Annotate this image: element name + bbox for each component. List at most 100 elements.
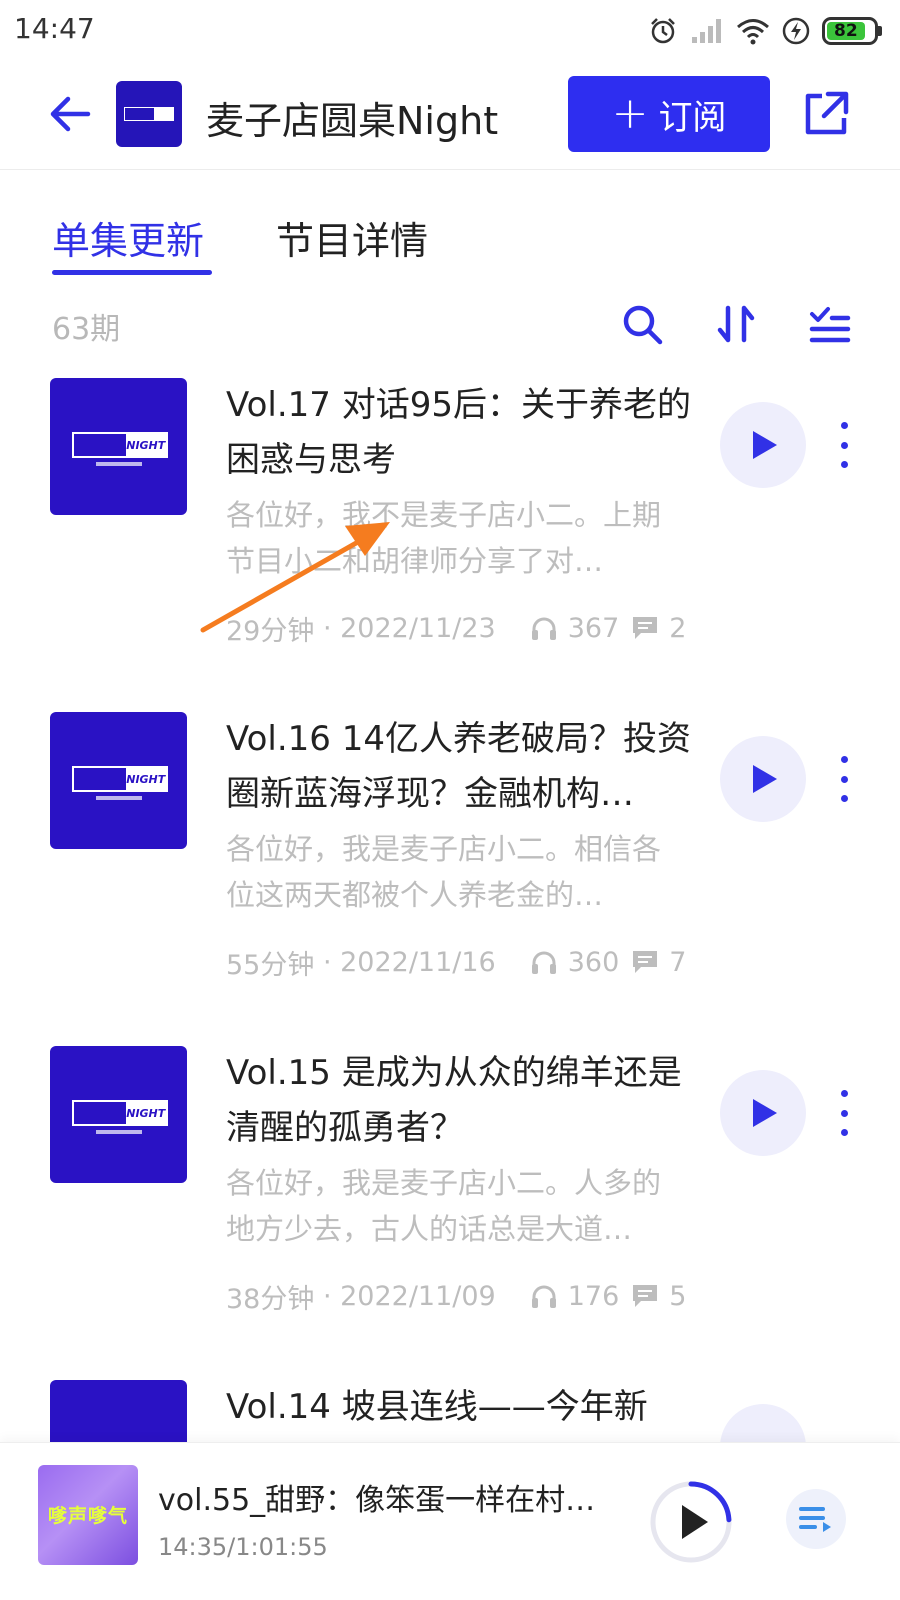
now-playing-cover-text: 嗲声嗲气 <box>47 1505 128 1527</box>
cover-tagline <box>96 462 142 466</box>
playlist-button[interactable] <box>786 1489 846 1549</box>
episode-item[interactable]: NIGHT Vol.17 对话95后：关于养老的困惑与思考 各位好，我不是麦子店… <box>0 378 900 718</box>
status-bar: 14:47 82 <box>0 0 900 64</box>
batch-select-icon[interactable] <box>806 300 854 348</box>
episode-comments: 5 <box>631 1281 686 1312</box>
cover-logo-text: NIGHT <box>125 434 166 456</box>
meta-separator: · <box>314 946 341 978</box>
episode-cover: NIGHT <box>50 1046 187 1183</box>
episode-date: 2022/11/09 <box>340 1280 496 1312</box>
battery-icon: 82 <box>822 17 882 45</box>
cover-logo: NIGHT <box>72 432 168 458</box>
play-count: 367 <box>567 612 620 644</box>
signal-icon <box>692 19 721 43</box>
more-options-button[interactable] <box>832 1090 856 1136</box>
episode-title[interactable]: Vol.17 对话95后：关于养老的困惑与思考 <box>226 378 696 488</box>
mini-player[interactable]: 嗲声嗲气 vol.55_甜野：像笨蛋一样在村… 14:35/1:01:55 <box>0 1442 900 1600</box>
episode-comments: 7 <box>631 947 686 978</box>
episode-cover: NIGHT <box>50 378 187 515</box>
comment-count: 5 <box>669 1280 687 1312</box>
episode-date: 2022/11/16 <box>340 946 496 978</box>
show-logo <box>124 107 174 121</box>
episode-date: 2022/11/23 <box>340 612 496 644</box>
tab-episodes[interactable]: 单集更新 <box>52 210 204 265</box>
list-toolbar: 63期 <box>0 290 900 360</box>
play-count: 176 <box>567 1280 620 1312</box>
play-button[interactable] <box>720 1404 806 1442</box>
play-icon <box>682 1505 708 1539</box>
headphones-icon <box>531 951 556 974</box>
cover-logo: NIGHT <box>72 766 168 792</box>
show-cover <box>116 81 182 147</box>
episode-meta: 38分钟 · 2022/11/09 176 5 <box>226 1276 696 1316</box>
comment-icon <box>633 617 658 639</box>
play-icon <box>753 431 777 459</box>
arrow-left-icon <box>50 96 91 132</box>
episode-description: 各位好，我是麦子店小二。人多的地方少去，古人的话总是大道… <box>226 1166 662 1246</box>
episode-item[interactable]: Vol.14 坡县连线——今年新 <box>0 1380 900 1442</box>
episode-duration: 38分钟 <box>226 1283 315 1315</box>
charging-icon <box>782 17 810 45</box>
cover-logo: NIGHT <box>72 1100 168 1126</box>
subscribe-button[interactable]: + 订阅 <box>568 76 770 152</box>
tab-bar: 单集更新 节目详情 <box>0 200 900 280</box>
comment-count: 2 <box>669 612 687 644</box>
episode-meta: 55分钟 · 2022/11/16 360 7 <box>226 942 696 982</box>
headphones-icon <box>531 1285 556 1308</box>
sort-icon[interactable] <box>712 300 760 348</box>
status-icons: 82 <box>648 14 882 48</box>
back-button[interactable] <box>42 88 98 140</box>
episode-count: 63期 <box>52 312 121 347</box>
now-playing-title[interactable]: vol.55_甜野：像笨蛋一样在村… <box>158 1475 608 1519</box>
cover-tagline <box>96 1130 142 1134</box>
more-options-button[interactable] <box>832 756 856 802</box>
alarm-icon <box>651 18 675 44</box>
play-icon <box>753 765 777 793</box>
playlist-icon <box>799 1507 831 1532</box>
now-playing-cover: 嗲声嗲气 <box>38 1465 138 1565</box>
mini-play-button[interactable] <box>648 1479 734 1565</box>
top-header: 麦子店圆桌Night + 订阅 <box>0 64 900 170</box>
battery-level: 82 <box>827 21 865 41</box>
meta-separator: · <box>314 1280 341 1312</box>
episode-meta: 29分钟 · 2022/11/23 367 2 <box>226 608 696 648</box>
episode-description: 各位好，我不是麦子店小二。上期节目小二和胡律师分享了对… <box>226 498 662 578</box>
episode-title[interactable]: Vol.14 坡县连线——今年新 <box>226 1380 696 1435</box>
more-options-button[interactable] <box>832 422 856 468</box>
search-icon[interactable] <box>618 300 666 348</box>
episode-description: 各位好，我是麦子店小二。相信各位这两天都被个人养老金的… <box>226 832 662 912</box>
status-time: 14:47 <box>14 12 95 45</box>
tab-details[interactable]: 节目详情 <box>276 210 428 265</box>
episode-comments: 2 <box>631 613 686 644</box>
episode-duration: 55分钟 <box>226 949 315 981</box>
cover-tagline <box>96 796 142 800</box>
share-button[interactable] <box>800 88 852 140</box>
episode-cover: NIGHT <box>50 712 187 849</box>
episode-title[interactable]: Vol.15 是成为从众的绵羊还是清醒的孤勇者？ <box>226 1046 696 1156</box>
headphones-icon <box>531 617 556 640</box>
share-icon <box>805 91 849 135</box>
play-icon <box>753 1099 777 1127</box>
subscribe-label: 订阅 <box>658 97 727 138</box>
episode-item[interactable]: NIGHT Vol.15 是成为从众的绵羊还是清醒的孤勇者？ 各位好，我是麦子店… <box>0 1046 900 1386</box>
cover-logo-text: NIGHT <box>125 768 166 790</box>
cover-logo-text: NIGHT <box>125 1102 166 1124</box>
comment-icon <box>633 951 658 973</box>
plus-icon: + <box>611 88 649 139</box>
episode-plays: 176 <box>530 1280 620 1312</box>
meta-separator: · <box>314 612 341 644</box>
play-button[interactable] <box>720 736 806 822</box>
play-button[interactable] <box>720 402 806 488</box>
wifi-icon <box>737 19 769 45</box>
episode-plays: 360 <box>530 946 620 978</box>
episode-title[interactable]: Vol.16 14亿人养老破局？投资圈新蓝海浮现？金融机构… <box>226 712 696 822</box>
play-count: 360 <box>567 946 620 978</box>
episode-duration: 29分钟 <box>226 615 315 647</box>
episode-item[interactable]: NIGHT Vol.16 14亿人养老破局？投资圈新蓝海浮现？金融机构… 各位好… <box>0 712 900 1052</box>
active-tab-indicator <box>52 270 212 275</box>
comment-count: 7 <box>669 946 687 978</box>
episode-plays: 367 <box>530 612 620 644</box>
show-title: 麦子店圆桌Night <box>206 99 499 143</box>
comment-icon <box>633 1285 658 1307</box>
play-button[interactable] <box>720 1070 806 1156</box>
